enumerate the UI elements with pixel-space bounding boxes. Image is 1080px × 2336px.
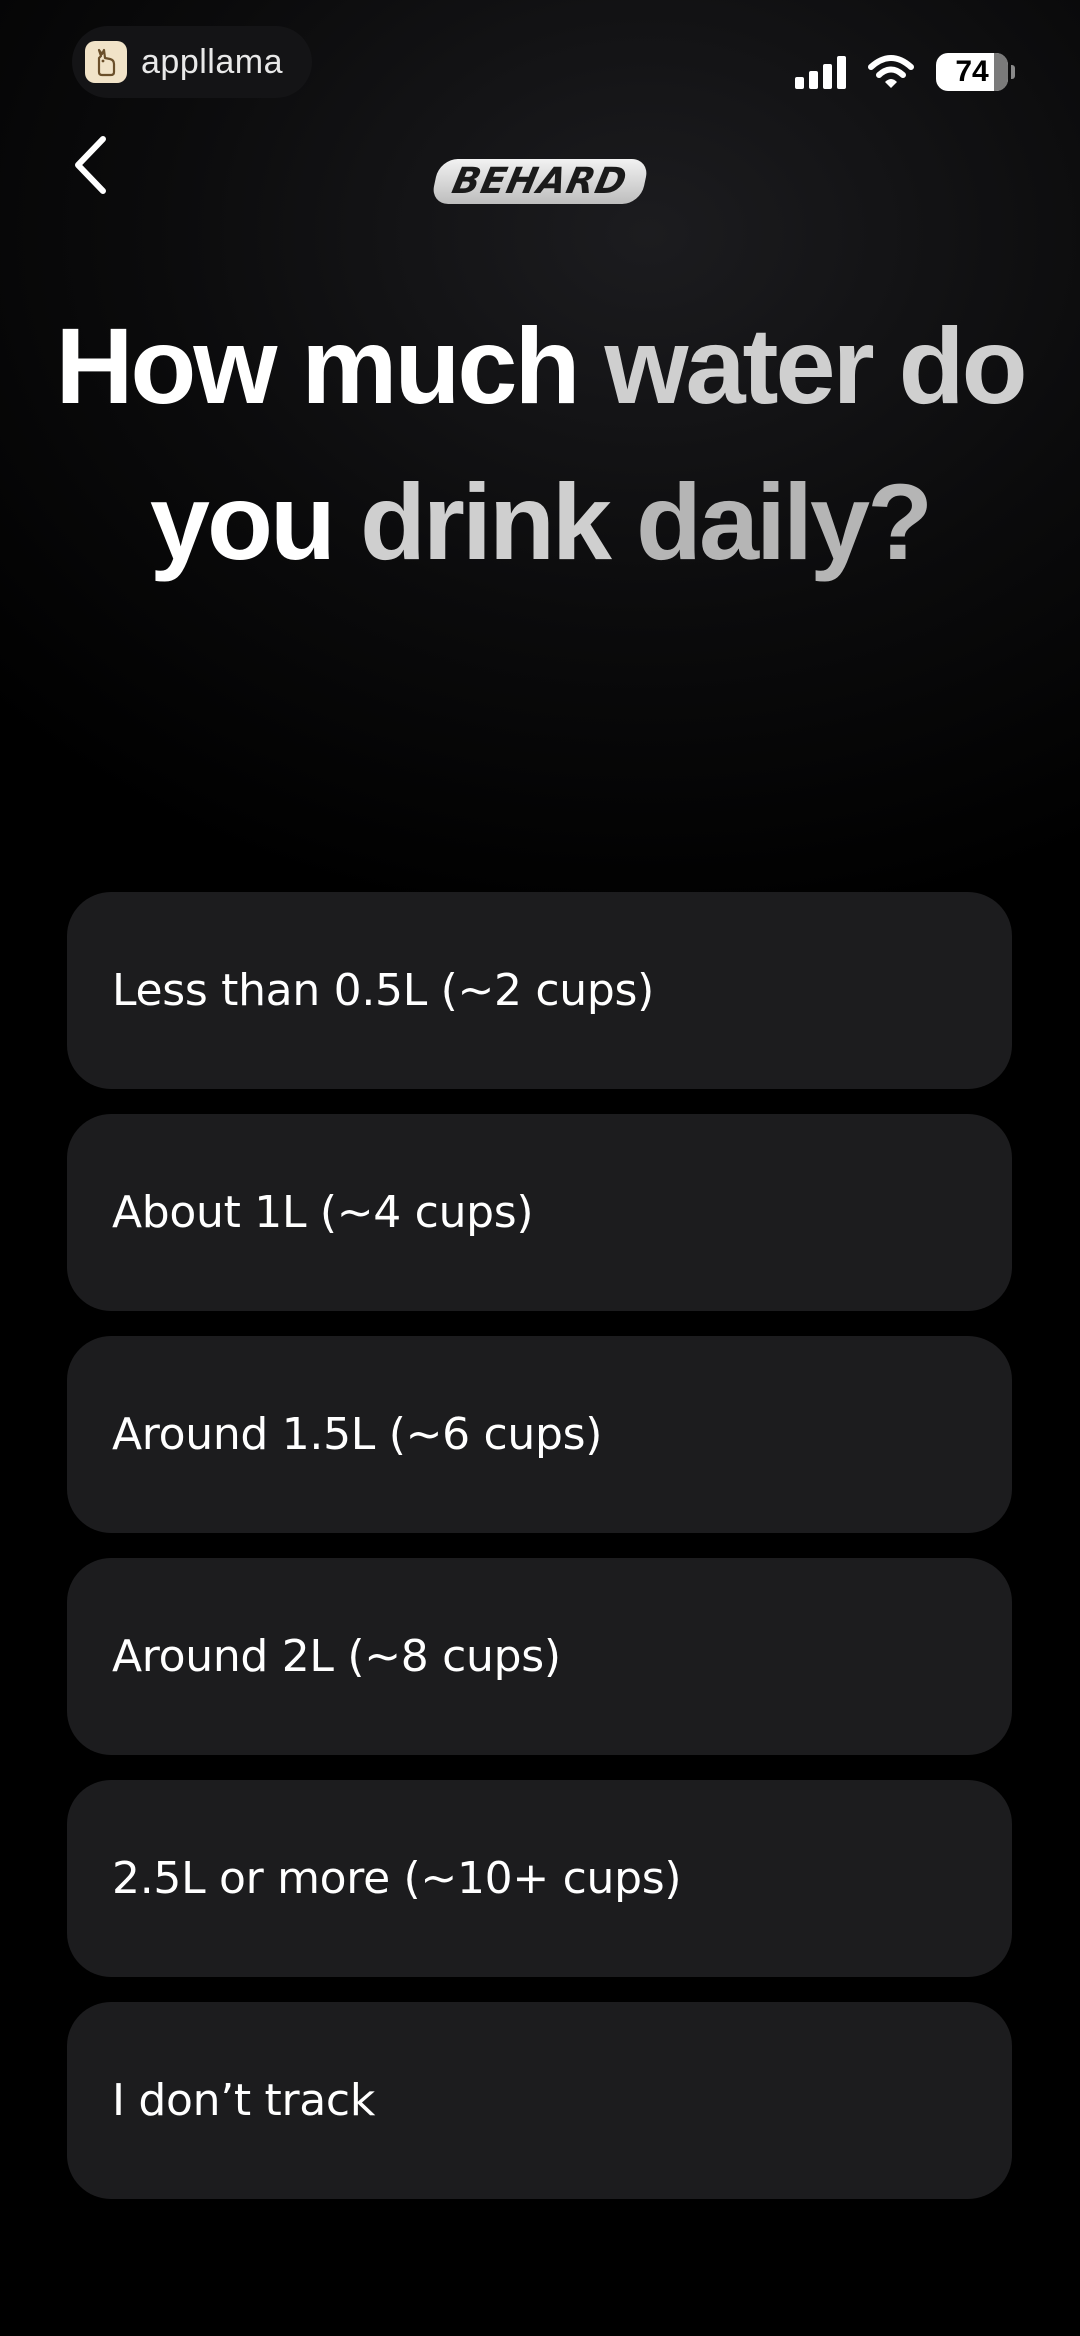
title-part: you [149, 461, 360, 582]
option-around-2-liters[interactable]: Around 2L (~8 cups) [67, 1558, 1012, 1755]
option-label: I don’t track [112, 2075, 376, 2126]
brand-logo: BEHARD [430, 158, 650, 204]
title-part: daily? [635, 461, 933, 582]
title-part: drink [359, 461, 636, 582]
back-button[interactable] [58, 130, 122, 200]
option-label: 2.5L or more (~10+ cups) [112, 1853, 682, 1904]
status-bar: appllama 74 [0, 0, 1080, 130]
app-name: appllama [141, 42, 283, 81]
llama-icon [85, 41, 127, 83]
option-label: Around 2L (~8 cups) [112, 1631, 561, 1682]
option-label: Around 1.5L (~6 cups) [112, 1409, 603, 1460]
page-title: How much water do you drink daily? [40, 288, 1040, 600]
app-indicator-pill[interactable]: appllama [72, 26, 312, 98]
battery-percentage: 74 [955, 55, 989, 88]
battery-icon: 74 [936, 53, 1015, 91]
option-less-than-half-liter[interactable]: Less than 0.5L (~2 cups) [67, 892, 1012, 1089]
brand-name: BEHARD [430, 158, 650, 204]
chevron-left-icon [75, 136, 106, 194]
answer-options-list: Less than 0.5L (~2 cups) About 1L (~4 cu… [67, 892, 1012, 2224]
title-part: water do [604, 305, 1027, 426]
battery-empty-portion [994, 53, 1008, 91]
option-2-5-liters-or-more[interactable]: 2.5L or more (~10+ cups) [67, 1780, 1012, 1977]
option-label: Less than 0.5L (~2 cups) [112, 965, 655, 1016]
cellular-signal-icon [795, 55, 846, 89]
option-about-1-liter[interactable]: About 1L (~4 cups) [67, 1114, 1012, 1311]
option-label: About 1L (~4 cups) [112, 1187, 534, 1238]
option-dont-track[interactable]: I don’t track [67, 2002, 1012, 2199]
option-around-1-5-liters[interactable]: Around 1.5L (~6 cups) [67, 1336, 1012, 1533]
status-indicators: 74 [795, 50, 1015, 94]
wifi-icon [868, 55, 914, 88]
title-part: How much [55, 305, 605, 426]
